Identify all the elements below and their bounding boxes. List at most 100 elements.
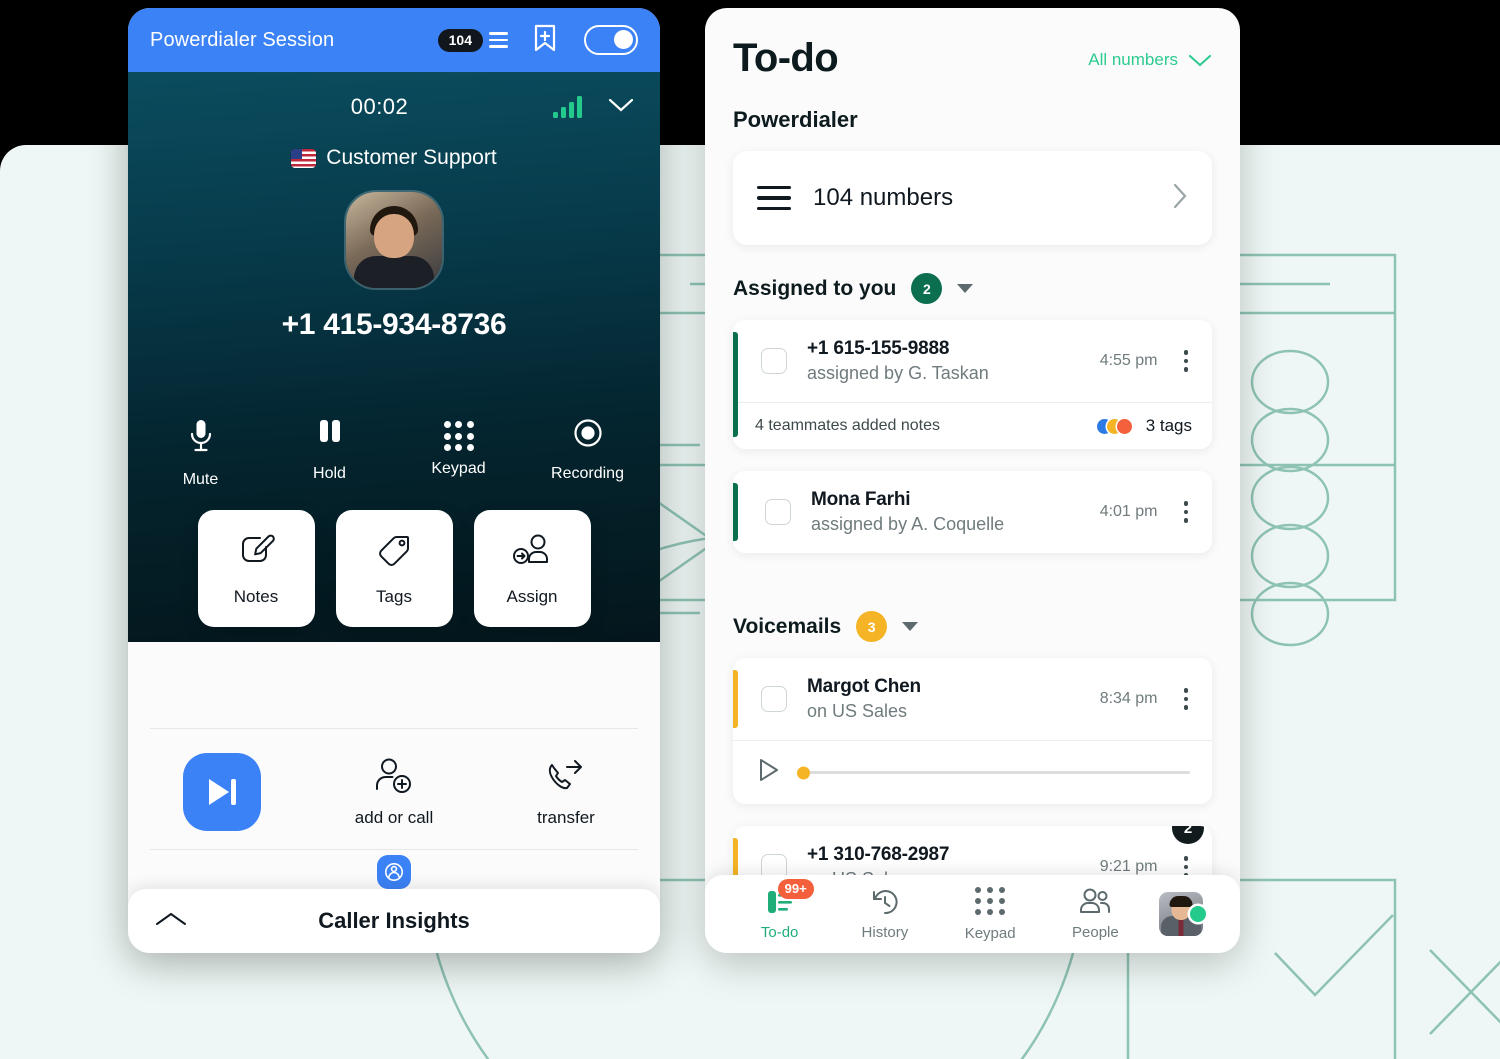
powerdialer-section-label: Powerdialer — [733, 107, 858, 132]
call-actions-row: Mute Hold Keypad Recording — [128, 418, 660, 489]
nav-item-people[interactable]: People — [1043, 887, 1148, 941]
assign-label: Assign — [506, 586, 558, 606]
todo-panel: To-do All numbers Powerdialer 104 number… — [705, 8, 1240, 953]
table-row[interactable]: Margot Chen on US Sales 8:34 pm — [733, 658, 1212, 740]
all-numbers-label: All numbers — [1088, 50, 1178, 69]
nav-label-history: History — [861, 924, 909, 941]
voicemail-checkbox[interactable] — [761, 686, 787, 712]
tag-icon — [379, 535, 409, 566]
callee-number: +1 415-934-8736 — [281, 308, 507, 341]
voicemail-progress-knob[interactable] — [797, 766, 810, 779]
call-timer: 00:02 — [350, 94, 409, 119]
nav-label-people: People — [1072, 924, 1119, 941]
task-checkbox[interactable] — [761, 348, 787, 374]
voicemail-name: Margot Chen — [807, 676, 921, 697]
more-options-icon[interactable] — [1178, 348, 1195, 374]
voicemail-card[interactable]: Margot Chen on US Sales 8:34 pm — [733, 658, 1212, 804]
toggle-switch[interactable] — [584, 25, 638, 55]
task-card[interactable]: Mona Farhi assigned by A. Coquelle 4:01 … — [733, 471, 1212, 553]
tags-card[interactable]: Tags — [335, 510, 453, 627]
hold-button[interactable]: Hold — [265, 418, 394, 489]
signal-bars-icon — [553, 96, 582, 118]
table-row[interactable]: +1 615-155-9888 assigned by G. Taskan 4:… — [733, 320, 1212, 402]
powerdialer-session-title: Powerdialer Session — [150, 28, 335, 51]
quick-action-cards: Notes Tags Assign — [128, 510, 660, 627]
play-icon[interactable] — [757, 757, 781, 788]
chevron-down-icon[interactable] — [608, 97, 634, 118]
caller-insights-bar[interactable]: Caller Insights — [128, 889, 660, 953]
status-stripe — [733, 670, 738, 728]
table-row[interactable]: Mona Farhi assigned by A. Coquelle 4:01 … — [733, 471, 1212, 553]
nav-item-history[interactable]: History — [832, 887, 937, 941]
call-meta-row: 00:02 — [128, 72, 660, 120]
transfer-button[interactable]: transfer — [480, 757, 652, 828]
section-assigned-to-you: Assigned to you 2 — [705, 245, 1240, 304]
task-name: Mona Farhi — [811, 489, 911, 510]
more-options-icon[interactable] — [1178, 499, 1195, 525]
todo-badge: 99+ — [777, 879, 814, 899]
section-count-badge: 2 — [911, 273, 943, 304]
transfer-label: transfer — [537, 807, 595, 827]
add-or-call-button[interactable]: add or call — [308, 757, 480, 828]
callee-label: Customer Support — [326, 146, 497, 169]
voicemail-time: 9:21 pm — [1099, 858, 1158, 875]
numbers-card[interactable]: 104 numbers — [733, 151, 1212, 245]
nav-label-keypad: Keypad — [964, 924, 1016, 942]
divider — [150, 849, 638, 850]
task-checkbox[interactable] — [765, 499, 791, 525]
all-numbers-filter[interactable]: All numbers — [1088, 50, 1212, 70]
voicemail-player[interactable] — [733, 740, 1212, 804]
caller-avatar — [346, 192, 442, 288]
list-icon[interactable] — [489, 32, 508, 48]
task-subtitle: assigned by A. Coquelle — [811, 514, 1005, 534]
keypad-icon — [974, 886, 1006, 915]
recording-button[interactable]: Recording — [523, 418, 652, 489]
notes-label: Notes — [233, 586, 279, 606]
history-icon — [872, 890, 898, 915]
tag-count-label: 3 tags — [1145, 416, 1192, 435]
insights-icon[interactable] — [377, 855, 411, 889]
voicemail-subtitle: on US Sales — [807, 701, 908, 721]
chevron-down-icon[interactable] — [957, 284, 974, 293]
assign-card[interactable]: Assign — [473, 510, 591, 627]
next-call-button[interactable] — [136, 753, 308, 831]
list-icon — [757, 185, 791, 211]
status-stripe — [733, 483, 738, 541]
notes-summary: 4 teammates added notes — [755, 417, 941, 434]
voicemail-name: +1 310-768-2987 — [807, 844, 950, 865]
section-voicemails: Voicemails 3 — [705, 553, 1240, 642]
numbers-count-label: 104 numbers — [813, 184, 954, 211]
bottom-navigation: 99+ To-do History Keypad People — [705, 875, 1240, 953]
chevron-down-icon[interactable] — [902, 622, 919, 631]
caller-insights-label: Caller Insights — [318, 908, 470, 933]
task-notes-row[interactable]: 4 teammates added notes 3 tags — [733, 402, 1212, 449]
add-or-call-label: add or call — [354, 807, 434, 827]
keypad-label: Keypad — [431, 460, 486, 477]
call-transfer-icon — [548, 759, 582, 789]
pause-icon — [319, 420, 340, 442]
powerdialer-call-panel: Powerdialer Session 104 00:02 Customer S… — [128, 8, 660, 953]
mute-button[interactable]: Mute — [136, 418, 265, 489]
section-title: Voicemails — [733, 614, 842, 638]
voicemail-time: 8:34 pm — [1099, 690, 1158, 707]
keypad-button[interactable]: Keypad — [394, 418, 523, 489]
section-count-badge: 3 — [856, 611, 888, 642]
nav-item-keypad[interactable]: Keypad — [938, 886, 1043, 942]
recording-label: Recording — [551, 465, 624, 482]
tags-label: Tags — [376, 586, 412, 606]
bookmark-add-icon[interactable] — [532, 23, 558, 58]
page-title: To-do — [733, 36, 839, 80]
task-card[interactable]: +1 615-155-9888 assigned by G. Taskan 4:… — [733, 320, 1212, 449]
more-options-icon[interactable] — [1178, 686, 1195, 712]
voicemail-progress-track[interactable] — [797, 766, 1190, 779]
keypad-icon — [394, 421, 523, 451]
notes-card[interactable]: Notes — [197, 510, 315, 627]
nav-item-todo[interactable]: 99+ To-do — [727, 879, 832, 941]
nav-label-todo: To-do — [760, 924, 799, 941]
section-title: Assigned to you — [733, 276, 897, 300]
session-count-pill[interactable]: 104 — [437, 28, 483, 52]
nav-avatar-wrap[interactable] — [1148, 892, 1218, 936]
dial-controls-row: add or call transfer — [128, 729, 660, 849]
todo-header: To-do All numbers — [705, 8, 1240, 81]
chevron-right-icon — [1172, 182, 1188, 215]
